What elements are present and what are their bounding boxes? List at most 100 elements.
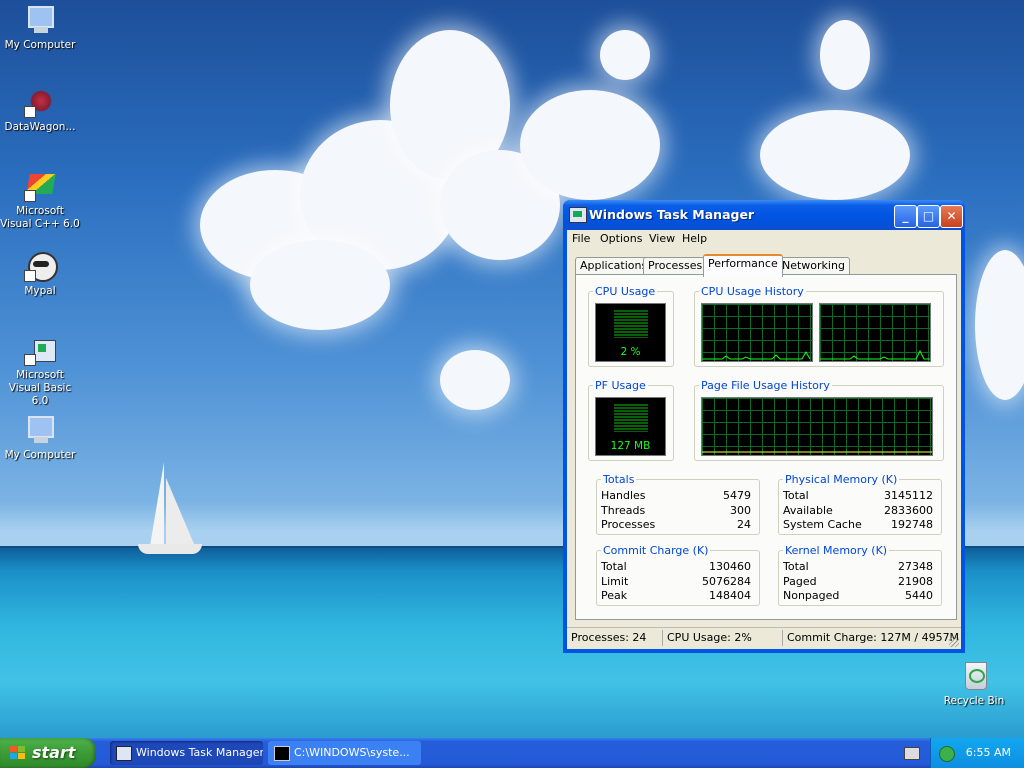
desktop-icon-visual-basic[interactable]: Microsoft Visual Basic 6.0 bbox=[0, 334, 80, 408]
cpu-history-graph-core2 bbox=[819, 303, 931, 362]
status-processes: Processes: 24 bbox=[571, 631, 647, 644]
commit-charge-group: Commit Charge (K) Total 130460 Limit 50762… bbox=[596, 544, 760, 606]
row-key: Processes bbox=[601, 518, 656, 531]
menu-help[interactable]: Help bbox=[682, 232, 707, 245]
sailboat-hull bbox=[138, 544, 202, 554]
start-button[interactable]: start bbox=[0, 738, 96, 768]
clock[interactable]: 6:55 AM bbox=[966, 746, 1011, 759]
desktop-icon-datawagon[interactable]: DataWagon... bbox=[0, 86, 80, 134]
cpu-history-line bbox=[702, 350, 811, 360]
row-value: 130460 bbox=[709, 560, 751, 573]
row-value: 3145112 bbox=[884, 489, 933, 502]
tab-applications[interactable]: Applications bbox=[575, 257, 653, 275]
status-bar: Processes: 24 CPU Usage: 2% Commit Charg… bbox=[567, 627, 961, 648]
cpu-history-graph-core1 bbox=[701, 303, 813, 362]
window-title: Windows Task Manager bbox=[589, 207, 755, 222]
row-value: 192748 bbox=[891, 518, 933, 531]
kernel-memory-group: Kernel Memory (K) Total 27348 Paged 21908 … bbox=[778, 544, 942, 606]
commit-row: Total 130460 bbox=[597, 560, 759, 574]
menu-bar: File Options View Help bbox=[567, 230, 961, 248]
task-manager-icon bbox=[116, 746, 132, 761]
row-value: 2833600 bbox=[884, 504, 933, 517]
desktop-icon-label: Microsoft Visual Basic 6.0 bbox=[8, 369, 72, 407]
tray-status-icon[interactable] bbox=[939, 746, 955, 762]
minimize-button[interactable]: _ bbox=[894, 205, 917, 228]
row-key: Nonpaged bbox=[783, 589, 840, 602]
kernel-row: Nonpaged 5440 bbox=[779, 589, 941, 603]
taskbar-item-task-manager[interactable]: Windows Task Manager bbox=[110, 741, 263, 765]
totals-label: Totals bbox=[601, 473, 637, 486]
taskbar-item-cmd[interactable]: C:\WINDOWS\syste... bbox=[268, 741, 421, 765]
pf-usage-value: 127 MB bbox=[610, 440, 651, 452]
row-key: System Cache bbox=[783, 518, 862, 531]
task-manager-window: Windows Task Manager _ □ ✕ File Options … bbox=[563, 200, 965, 653]
totals-row: Processes 24 bbox=[597, 518, 759, 532]
pf-usage-label: PF Usage bbox=[593, 379, 648, 392]
pf-usage-group: PF Usage 127 MB bbox=[588, 379, 674, 461]
title-bar[interactable]: Windows Task Manager _ □ ✕ bbox=[563, 200, 965, 230]
cpu-usage-meter: 2 % bbox=[595, 303, 666, 362]
row-value: 5479 bbox=[723, 489, 751, 502]
row-key: Peak bbox=[601, 589, 628, 602]
visual-cpp-icon bbox=[24, 170, 56, 202]
desktop-icon-visual-cpp[interactable]: Microsoft Visual C++ 6.0 bbox=[0, 170, 80, 231]
pf-history-label: Page File Usage History bbox=[699, 379, 832, 392]
mypal-icon bbox=[24, 250, 58, 282]
tab-processes[interactable]: Processes bbox=[643, 257, 708, 275]
kernel-row: Paged 21908 bbox=[779, 575, 941, 589]
commit-row: Limit 5076284 bbox=[597, 575, 759, 589]
desktop-icon-my-computer-2[interactable]: My Computer bbox=[0, 414, 80, 462]
cpu-usage-label: CPU Usage bbox=[593, 285, 658, 298]
pf-history-graph bbox=[701, 397, 933, 456]
cpu-usage-value: 2 % bbox=[620, 346, 641, 358]
cpu-history-group: CPU Usage History bbox=[694, 285, 944, 367]
commit-charge-label: Commit Charge (K) bbox=[601, 544, 711, 557]
pf-history-line bbox=[702, 451, 932, 453]
menu-file[interactable]: File bbox=[572, 232, 590, 245]
totals-row: Handles 5479 bbox=[597, 489, 759, 503]
commit-row: Peak 148404 bbox=[597, 589, 759, 603]
cloud bbox=[820, 20, 870, 90]
keyboard-icon[interactable] bbox=[904, 747, 920, 760]
row-value: 24 bbox=[737, 518, 751, 531]
menu-view[interactable]: View bbox=[649, 232, 675, 245]
maximize-button[interactable]: □ bbox=[917, 205, 940, 228]
cloud bbox=[760, 110, 910, 200]
window-client: File Options View Help Applications Proc… bbox=[567, 230, 961, 649]
tab-performance[interactable]: Performance bbox=[703, 254, 783, 277]
row-value: 5076284 bbox=[702, 575, 751, 588]
windows-logo-icon bbox=[10, 746, 26, 760]
sailboat-sail bbox=[166, 478, 194, 544]
row-key: Handles bbox=[601, 489, 646, 502]
taskbar-item-label: Windows Task Manager bbox=[136, 746, 263, 759]
tab-networking[interactable]: Networking bbox=[777, 257, 850, 275]
desktop-icon-recycle-bin[interactable]: Recycle Bin bbox=[934, 660, 1014, 708]
status-cpu-usage: CPU Usage: 2% bbox=[662, 630, 752, 646]
cpu-meter-bars bbox=[614, 310, 648, 338]
task-manager-icon bbox=[569, 207, 587, 223]
row-key: Total bbox=[783, 560, 809, 573]
physical-memory-group: Physical Memory (K) Total 3145112 Availab… bbox=[778, 473, 942, 535]
close-button[interactable]: ✕ bbox=[940, 205, 963, 228]
physical-row: Available 2833600 bbox=[779, 504, 941, 518]
totals-group: Totals Handles 5479 Threads 300 Processes 2… bbox=[596, 473, 760, 535]
cpu-history-label: CPU Usage History bbox=[699, 285, 806, 298]
desktop-icon-my-computer[interactable]: My Computer bbox=[0, 4, 80, 52]
menu-options[interactable]: Options bbox=[600, 232, 642, 245]
row-key: Threads bbox=[601, 504, 646, 517]
resize-grip[interactable] bbox=[949, 637, 959, 647]
totals-row: Threads 300 bbox=[597, 504, 759, 518]
pf-history-group: Page File Usage History bbox=[694, 379, 944, 461]
row-key: Limit bbox=[601, 575, 629, 588]
row-key: Paged bbox=[783, 575, 817, 588]
desktop-icon-label: Recycle Bin bbox=[943, 695, 1005, 707]
desktop-icon-label: Microsoft Visual C++ 6.0 bbox=[0, 205, 80, 230]
row-value: 27348 bbox=[898, 560, 933, 573]
desktop-icon-label: Mypal bbox=[24, 285, 56, 297]
cpu-usage-group: CPU Usage 2 % bbox=[588, 285, 674, 367]
desktop-icon-mypal[interactable]: Mypal bbox=[0, 250, 80, 298]
row-key: Total bbox=[601, 560, 627, 573]
row-value: 300 bbox=[730, 504, 751, 517]
system-tray: 6:55 AM bbox=[930, 738, 1024, 768]
start-label: start bbox=[32, 743, 76, 762]
